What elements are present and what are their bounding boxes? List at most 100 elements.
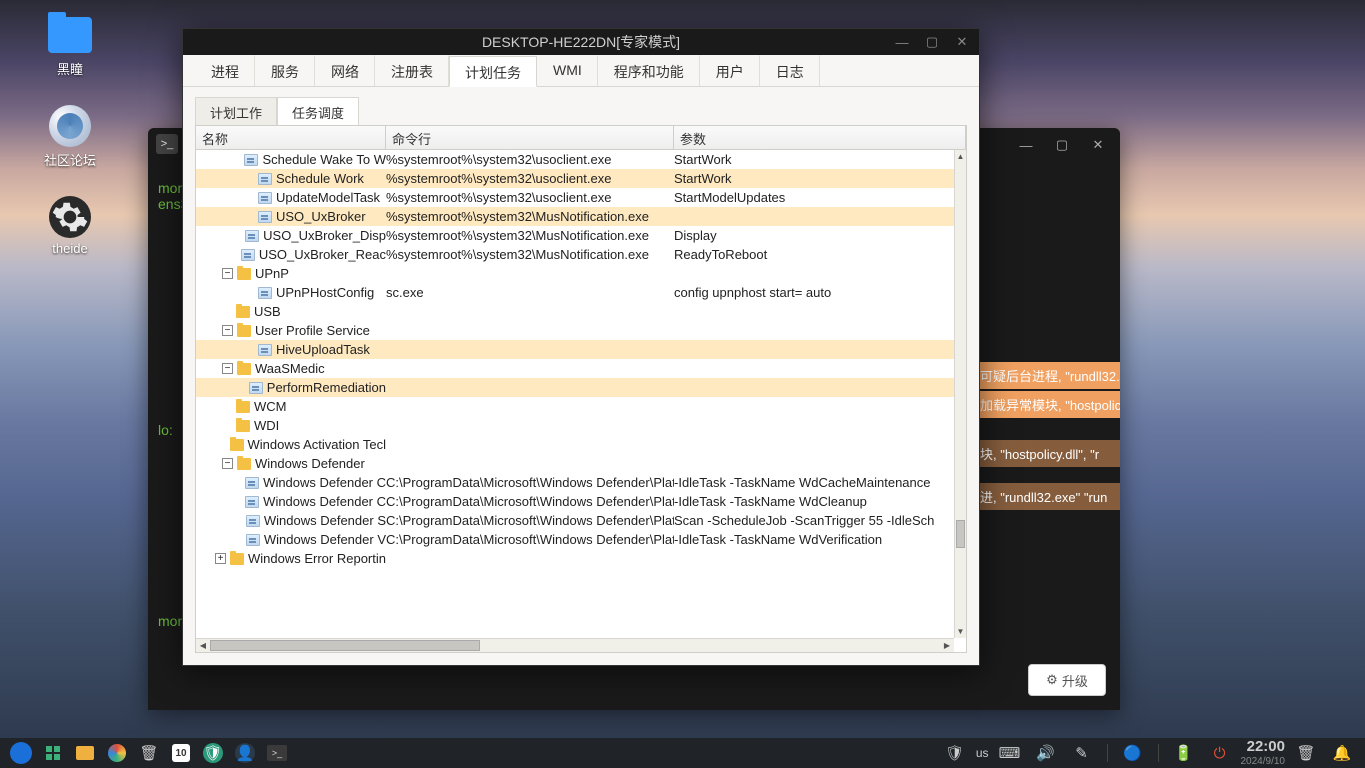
folder-icon <box>48 17 92 53</box>
tree-folder-row[interactable]: −Windows Defender <box>196 454 954 473</box>
tree-folder-row[interactable]: −User Profile Service <box>196 321 954 340</box>
tree-task-row[interactable]: USO_UxBroker_Disp%systemroot%\system32\M… <box>196 226 954 245</box>
close-button[interactable]: ✕ <box>947 31 977 53</box>
keyboard-icon[interactable]: ⌨ <box>995 739 1025 767</box>
row-name-text: Windows Defender V <box>264 532 386 547</box>
app-icon-1[interactable]: 🛡 <box>198 739 228 767</box>
top-tab[interactable]: 进程 <box>195 55 255 86</box>
keyboard-layout[interactable]: us <box>976 746 989 760</box>
tree-folder-row[interactable]: WDI <box>196 416 954 435</box>
power-icon[interactable]: ⏻ <box>1205 739 1235 767</box>
tree-body[interactable]: Schedule Wake To W%systemroot%\system32\… <box>196 150 954 638</box>
expand-toggle-icon[interactable]: − <box>222 325 233 336</box>
tree-folder-row[interactable]: +Windows Error Reportin <box>196 549 954 568</box>
cell-arg: config upnphost start= auto <box>674 285 954 300</box>
desktop-icon-forum[interactable]: 社区论坛 <box>30 106 110 169</box>
shield-tray-icon[interactable]: 🛡 <box>940 739 970 767</box>
eyedropper-icon[interactable]: ✎ <box>1067 739 1097 767</box>
cell-name: UpdateModelTask <box>196 190 386 205</box>
column-arg[interactable]: 参数 <box>674 126 966 149</box>
expand-toggle-icon[interactable]: − <box>222 458 233 469</box>
column-name[interactable]: 名称 <box>196 126 386 149</box>
tree-folder-row[interactable]: −WaaSMedic <box>196 359 954 378</box>
expand-toggle-icon[interactable]: − <box>222 363 233 374</box>
tree-task-row[interactable]: Windows Defender CC:\ProgramData\Microso… <box>196 492 954 511</box>
top-tab[interactable]: 注册表 <box>375 55 449 86</box>
browser-icon[interactable] <box>102 739 132 767</box>
tree-folder-row[interactable]: WCM <box>196 397 954 416</box>
volume-icon[interactable]: 🔊 <box>1031 739 1061 767</box>
tree-task-row[interactable]: HiveUploadTask <box>196 340 954 359</box>
scroll-thumb[interactable] <box>956 520 965 548</box>
tree-folder-row[interactable]: USB <box>196 302 954 321</box>
scroll-down-icon[interactable]: ▼ <box>955 625 966 638</box>
network-icon[interactable]: 🔵 <box>1118 739 1148 767</box>
launcher-icon[interactable] <box>10 742 32 764</box>
notification-icon[interactable]: 🔔 <box>1327 739 1357 767</box>
row-name-text: UpdateModelTask <box>276 190 380 205</box>
maximize-button[interactable]: ▢ <box>917 31 947 53</box>
cell-cmd: %systemroot%\system32\usoclient.exe <box>386 171 674 186</box>
cell-arg: -IdleTask -TaskName WdVerification <box>674 532 954 547</box>
minimize-button[interactable]: — <box>887 31 917 53</box>
trash-tray-icon[interactable]: 🗑 <box>1291 739 1321 767</box>
scroll-right-icon[interactable]: ▶ <box>940 639 954 652</box>
files-icon[interactable] <box>70 739 100 767</box>
tree-task-row[interactable]: Windows Defender CC:\ProgramData\Microso… <box>196 473 954 492</box>
app-icon-2[interactable]: 👤 <box>230 739 260 767</box>
taskswitcher-icon[interactable] <box>38 739 68 767</box>
minimize-button[interactable]: — <box>1008 131 1044 159</box>
trash-icon[interactable]: 🗑 <box>134 739 164 767</box>
close-button[interactable]: ✕ <box>1080 131 1116 159</box>
tree-folder-row[interactable]: Windows Activation Tecl <box>196 435 954 454</box>
scroll-thumb[interactable] <box>210 640 480 651</box>
maximize-button[interactable]: ▢ <box>1044 131 1080 159</box>
tree-task-row[interactable]: Windows Defender SC:\ProgramData\Microso… <box>196 511 954 530</box>
upgrade-button[interactable]: ⚙ 升级 <box>1028 664 1106 696</box>
task-icon <box>258 344 272 356</box>
scroll-up-icon[interactable]: ▲ <box>955 150 966 163</box>
tree-task-row[interactable]: Schedule Work%systemroot%\system32\usocl… <box>196 169 954 188</box>
tree-folder-row[interactable]: −UPnP <box>196 264 954 283</box>
sub-tab[interactable]: 计划工作 <box>195 97 277 127</box>
top-tab[interactable]: 日志 <box>760 55 820 86</box>
taskbar: 🗑 10 🛡 👤 >_ 🛡 us ⌨ 🔊 ✎ 🔵 🔋 ⏻ 22:00 2024/… <box>0 738 1365 768</box>
top-tab[interactable]: 程序和功能 <box>598 55 700 86</box>
expand-toggle-icon[interactable]: − <box>222 268 233 279</box>
tree-task-row[interactable]: UPnPHostConfigsc.execonfig upnphost star… <box>196 283 954 302</box>
clock[interactable]: 22:00 2024/9/10 <box>1241 739 1286 767</box>
battery-icon[interactable]: 🔋 <box>1169 739 1199 767</box>
scroll-left-icon[interactable]: ◀ <box>196 639 210 652</box>
sub-tab[interactable]: 任务调度 <box>277 97 359 127</box>
column-cmd[interactable]: 命令行 <box>386 126 674 149</box>
vertical-scrollbar[interactable]: ▲ ▼ <box>954 150 966 638</box>
top-tab[interactable]: 网络 <box>315 55 375 86</box>
cell-name: Windows Defender C <box>196 475 386 490</box>
terminal-icon[interactable]: >_ <box>262 739 292 767</box>
gear-icon <box>49 196 91 238</box>
alert-line: 进, "rundll32.exe" "run <box>974 483 1120 510</box>
row-name-text: USO_UxBroker_Disp <box>263 228 386 243</box>
folder-icon <box>230 439 244 451</box>
horizontal-scrollbar[interactable]: ◀ ▶ <box>196 638 954 652</box>
desktop-icon-folder[interactable]: 黑瞳 <box>30 15 110 78</box>
task-icon <box>258 287 272 299</box>
top-tab[interactable]: 计划任务 <box>449 56 537 87</box>
folder-icon <box>236 420 250 432</box>
calendar-icon[interactable]: 10 <box>166 739 196 767</box>
top-tab[interactable]: 服务 <box>255 55 315 86</box>
window-titlebar[interactable]: DESKTOP-HE222DN[专家模式] — ▢ ✕ <box>183 29 979 55</box>
top-tab[interactable]: WMI <box>537 55 598 86</box>
expand-toggle-icon[interactable]: + <box>215 553 226 564</box>
row-name-text: USO_UxBroker_Reac <box>259 247 386 262</box>
tree-task-row[interactable]: USO_UxBroker%systemroot%\system32\MusNot… <box>196 207 954 226</box>
top-tab[interactable]: 用户 <box>700 55 760 86</box>
desktop-icon-theide[interactable]: theide <box>30 197 110 256</box>
cell-name: WCM <box>196 399 386 414</box>
tree-task-row[interactable]: PerformRemediation <box>196 378 954 397</box>
tree-task-row[interactable]: USO_UxBroker_Reac%systemroot%\system32\M… <box>196 245 954 264</box>
tree-task-row[interactable]: Windows Defender VC:\ProgramData\Microso… <box>196 530 954 549</box>
tree-task-row[interactable]: UpdateModelTask%systemroot%\system32\uso… <box>196 188 954 207</box>
tree-task-row[interactable]: Schedule Wake To W%systemroot%\system32\… <box>196 150 954 169</box>
alert-line: 加载异常模块, "hostpolic <box>974 391 1120 418</box>
